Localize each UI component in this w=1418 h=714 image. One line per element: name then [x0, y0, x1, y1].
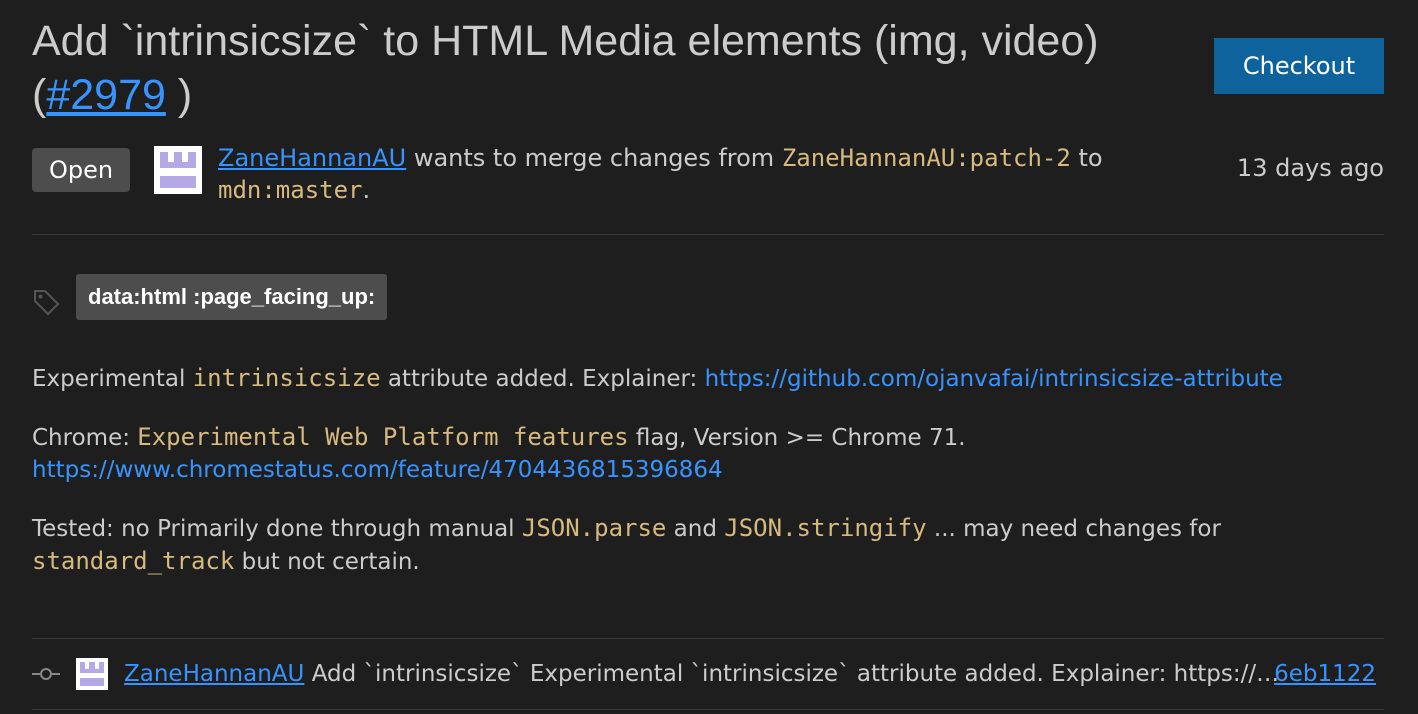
pr-header: Add `intrinsicsize` to HTML Media elemen…	[32, 14, 1384, 134]
target-branch: mdn:master	[218, 176, 363, 204]
inline-code: standard_track	[32, 547, 235, 575]
text: Experimental	[32, 366, 193, 392]
pr-number-close-paren: )	[165, 71, 193, 119]
pr-title: Add `intrinsicsize` to HTML Media elemen…	[32, 14, 1182, 122]
checkout-button[interactable]: Checkout	[1214, 38, 1384, 94]
git-commit-icon	[32, 662, 60, 686]
text: attribute added. Explainer:	[380, 366, 705, 392]
inline-code: intrinsicsize	[192, 364, 381, 392]
pr-number-open-paren: (	[32, 71, 47, 119]
status-badge: Open	[32, 148, 130, 192]
description-paragraph-2: Chrome: Experimental Web Platform featur…	[32, 421, 1384, 486]
pr-meta: Open ZaneHannanAU wants to merge changes…	[32, 144, 1384, 208]
inline-code: JSON.stringify	[724, 514, 927, 542]
pr-description: Experimental intrinsicsize attribute add…	[32, 362, 1384, 604]
source-branch: ZaneHannanAU:patch-2	[781, 144, 1071, 172]
commit-author-avatar	[76, 658, 108, 690]
tag-icon	[32, 288, 60, 316]
text: but not certain.	[234, 549, 420, 575]
pr-title-text: Add `intrinsicsize` to HTML Media elemen…	[32, 17, 1099, 65]
text: flag, Version >= Chrome 71.	[628, 425, 966, 451]
text: Tested: no Primarily done through manual	[32, 516, 522, 542]
explainer-link[interactable]: https://github.com/ojanvafai/intrinsicsi…	[705, 366, 1283, 392]
commit-row: ZaneHannanAU Add `intrinsicsize` Experim…	[32, 650, 1384, 698]
pr-number-link[interactable]: #2979	[46, 71, 166, 119]
description-paragraph-1: Experimental intrinsicsize attribute add…	[32, 362, 1384, 395]
author-link[interactable]: ZaneHannanAU	[218, 144, 406, 172]
divider	[32, 234, 1384, 235]
label-pill[interactable]: data:html :page_facing_up:	[76, 274, 388, 320]
commit-summary: ZaneHannanAU Add `intrinsicsize` Experim…	[124, 658, 1284, 690]
merge-description: ZaneHannanAU wants to merge changes from…	[218, 142, 1178, 206]
chromestatus-link[interactable]: https://www.chromestatus.com/feature/470…	[32, 457, 723, 483]
period: .	[362, 176, 371, 204]
author-avatar	[154, 146, 202, 194]
commit-author-link[interactable]: ZaneHannanAU	[124, 661, 304, 687]
divider	[32, 709, 1384, 710]
to-text: to	[1078, 144, 1103, 172]
inline-code: JSON.parse	[521, 514, 667, 542]
commit-message: Add `intrinsicsize` Experimental `intrin…	[311, 661, 1284, 687]
text: Chrome:	[32, 425, 138, 451]
text: ... may need changes for	[926, 516, 1221, 542]
text: and	[666, 516, 725, 542]
merge-text: wants to merge changes from	[413, 144, 775, 172]
divider	[32, 638, 1384, 639]
time-ago: 13 days ago	[1236, 154, 1384, 182]
inline-code: Experimental Web Platform features	[137, 423, 629, 451]
commit-sha-link[interactable]: 6eb1122	[1274, 658, 1376, 690]
description-paragraph-3: Tested: no Primarily done through manual…	[32, 512, 1384, 578]
